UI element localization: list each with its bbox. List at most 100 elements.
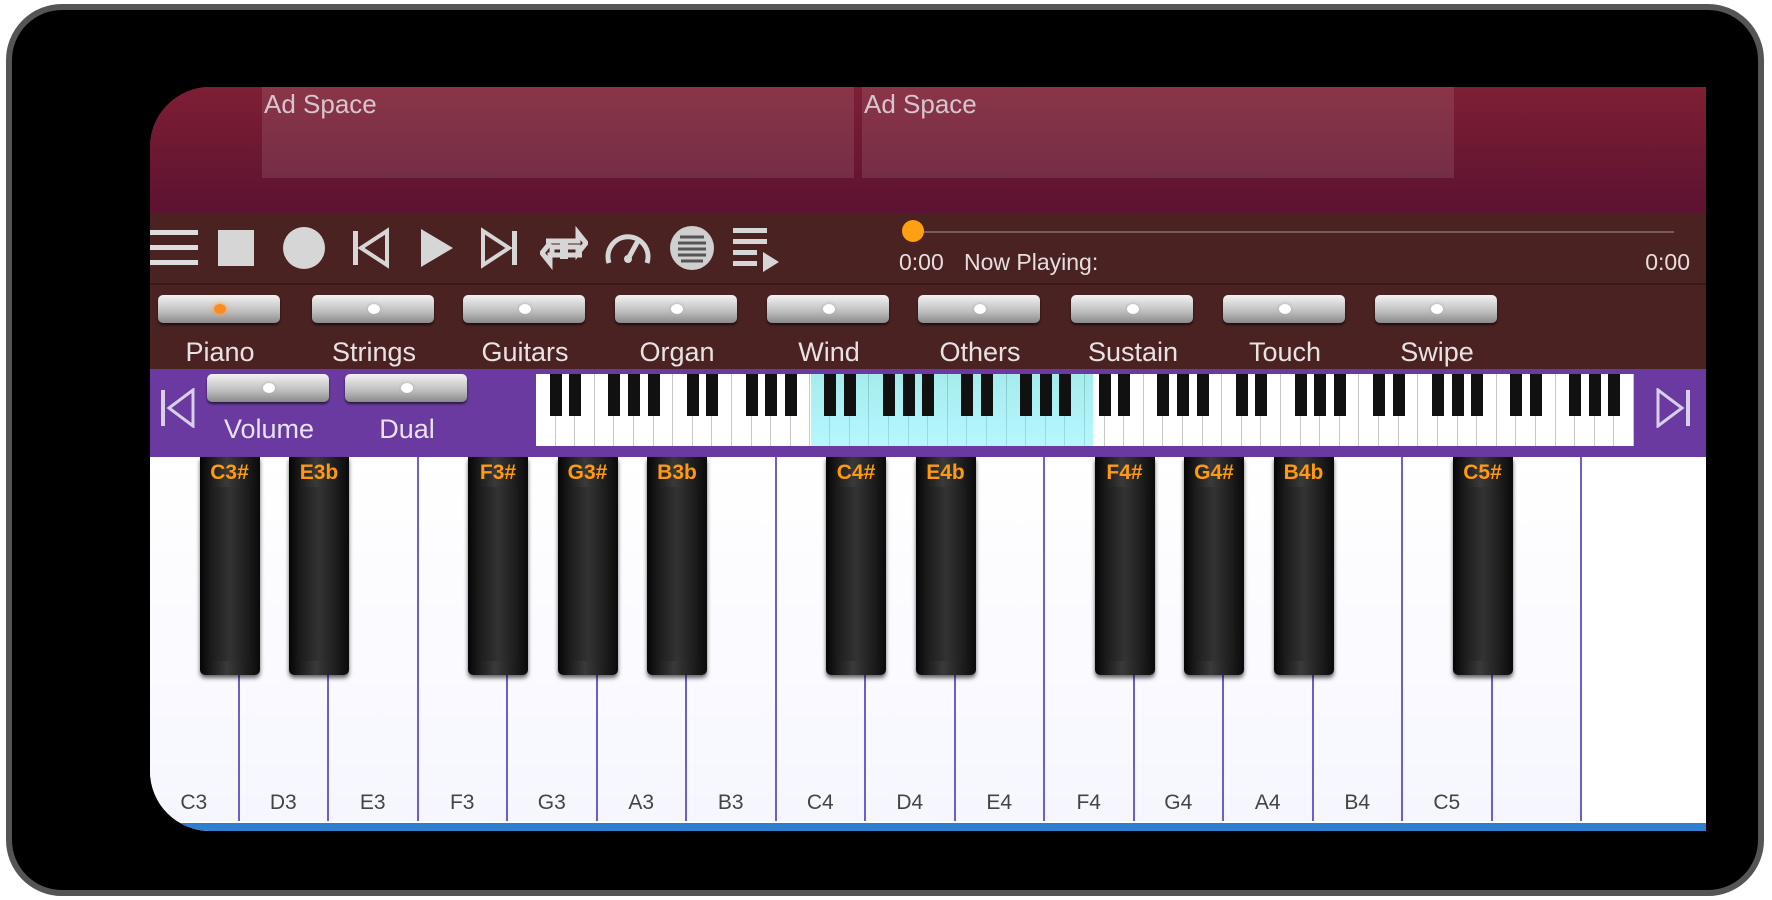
black-key[interactable]: C4# <box>826 457 886 675</box>
guitars-toggle[interactable] <box>463 295 585 323</box>
device-frame: Ad Space Ad Space 0:00 Now Playing: 0:00… <box>6 4 1764 896</box>
mini-black-key <box>882 374 895 416</box>
speed-button[interactable] <box>598 221 658 275</box>
instrument-label: Swipe <box>1400 337 1474 367</box>
metronome-button[interactable] <box>662 221 722 275</box>
black-key-label: B4b <box>1283 461 1324 484</box>
menu-icon <box>150 228 198 268</box>
skip-right-icon <box>1656 386 1692 433</box>
indicator-led <box>368 304 380 314</box>
skip-previous-button[interactable] <box>340 221 400 275</box>
white-key-label: D3 <box>269 791 297 814</box>
swipe-control[interactable]: Swipe <box>1375 291 1499 367</box>
indicator-led <box>1279 304 1291 314</box>
black-key-label: C4# <box>836 461 876 484</box>
wind-toggle[interactable] <box>767 295 889 323</box>
mini-black-key <box>1569 374 1582 416</box>
black-key[interactable]: G4# <box>1184 457 1244 675</box>
black-key[interactable]: E3b <box>289 457 349 675</box>
repeat-button[interactable] <box>534 221 594 275</box>
instrument-bar: Piano Strings Guitars Organ Wind Others <box>150 283 1706 371</box>
indicator-led <box>1127 304 1139 314</box>
black-key[interactable]: E4b <box>915 457 976 675</box>
black-key-label: C5# <box>1463 461 1502 484</box>
black-key-label: E3b <box>299 461 339 484</box>
dual-control[interactable]: Dual <box>345 374 467 452</box>
seek-bar[interactable] <box>912 231 1674 233</box>
instrument-guitars[interactable]: Guitars <box>463 291 587 367</box>
instrument-label: Piano <box>185 337 255 367</box>
white-key-label: B3 <box>717 791 744 814</box>
black-key-label: B3b <box>657 461 697 484</box>
instrument-label: Guitars <box>481 337 569 367</box>
mini-black-key <box>824 374 837 416</box>
sustain-control[interactable]: Sustain <box>1071 291 1195 367</box>
black-key[interactable]: C3# <box>199 457 260 675</box>
organ-toggle[interactable] <box>615 295 737 323</box>
skip-next-icon <box>479 227 521 269</box>
metronome-icon <box>668 224 716 272</box>
stop-button[interactable] <box>206 221 266 275</box>
mini-black-key <box>1588 374 1601 416</box>
black-key[interactable]: F3# <box>468 457 528 675</box>
white-key-label: G4 <box>1164 791 1193 814</box>
indicator-led <box>214 304 226 314</box>
indicator-led <box>1431 304 1443 314</box>
instrument-others[interactable]: Others <box>918 291 1042 367</box>
black-key-face <box>1462 487 1503 661</box>
speed-gauge-icon <box>603 225 653 271</box>
others-toggle[interactable] <box>918 295 1040 323</box>
black-key[interactable]: G3# <box>557 457 618 675</box>
dual-toggle[interactable] <box>345 374 467 402</box>
touch-control[interactable]: Touch <box>1223 291 1347 367</box>
shift-right-button[interactable] <box>1647 383 1701 437</box>
black-key-face <box>478 487 518 661</box>
elapsed-time: 0:00 <box>899 249 944 275</box>
sustain-toggle[interactable] <box>1071 295 1193 323</box>
mini-black-key <box>843 374 856 416</box>
black-key[interactable]: B4b <box>1273 457 1334 675</box>
mini-black-key <box>1431 374 1444 416</box>
mini-black-key <box>922 374 935 416</box>
skip-next-button[interactable] <box>470 221 530 275</box>
playlist-button[interactable] <box>726 221 786 275</box>
strings-toggle[interactable] <box>312 295 434 323</box>
keyboard-nav-row: Volume Dual <box>150 369 1706 452</box>
black-key-face <box>1283 487 1324 661</box>
instrument-piano[interactable]: Piano <box>158 291 282 367</box>
play-button[interactable] <box>406 221 466 275</box>
piano-keyboard: C3 D3 E3 F3 G3 A3 B3 C4 D4 E4 F4 G4 A4 B4 C5 C3# E3b F3# G… <box>150 457 1706 831</box>
black-key[interactable]: C5# <box>1452 457 1513 675</box>
record-button[interactable] <box>274 221 334 275</box>
keyboard-overview[interactable] <box>536 374 1634 446</box>
instrument-wind[interactable]: Wind <box>767 291 891 367</box>
mini-black-key <box>980 374 993 416</box>
keyboard-bottom-edge <box>150 823 1706 831</box>
black-key[interactable]: F4# <box>1094 457 1155 675</box>
piano-toggle[interactable] <box>158 295 280 323</box>
mini-black-key <box>706 374 719 416</box>
volume-toggle[interactable] <box>207 374 329 402</box>
repeat-icon <box>540 225 588 271</box>
mini-black-key <box>902 374 915 416</box>
total-time: 0:00 <box>1645 249 1690 275</box>
instrument-organ[interactable]: Organ <box>615 291 739 367</box>
mini-black-key <box>961 374 974 416</box>
ad-banner-left[interactable]: Ad Space <box>262 87 854 178</box>
touch-toggle[interactable] <box>1223 295 1345 323</box>
ad-banner-right[interactable]: Ad Space <box>862 87 1454 178</box>
record-icon <box>281 225 327 271</box>
black-key-face <box>567 487 608 661</box>
mini-black-key <box>569 374 582 416</box>
menu-button[interactable] <box>150 221 202 275</box>
instrument-label: Wind <box>798 337 860 367</box>
mini-black-key <box>745 374 758 416</box>
swipe-toggle[interactable] <box>1375 295 1497 323</box>
instrument-strings[interactable]: Strings <box>312 291 436 367</box>
seek-thumb[interactable] <box>902 220 924 242</box>
black-key-face <box>1194 487 1234 661</box>
volume-control[interactable]: Volume <box>207 374 329 452</box>
indicator-led <box>401 383 413 393</box>
black-key[interactable]: B3b <box>647 457 707 675</box>
mini-black-key <box>784 374 797 416</box>
